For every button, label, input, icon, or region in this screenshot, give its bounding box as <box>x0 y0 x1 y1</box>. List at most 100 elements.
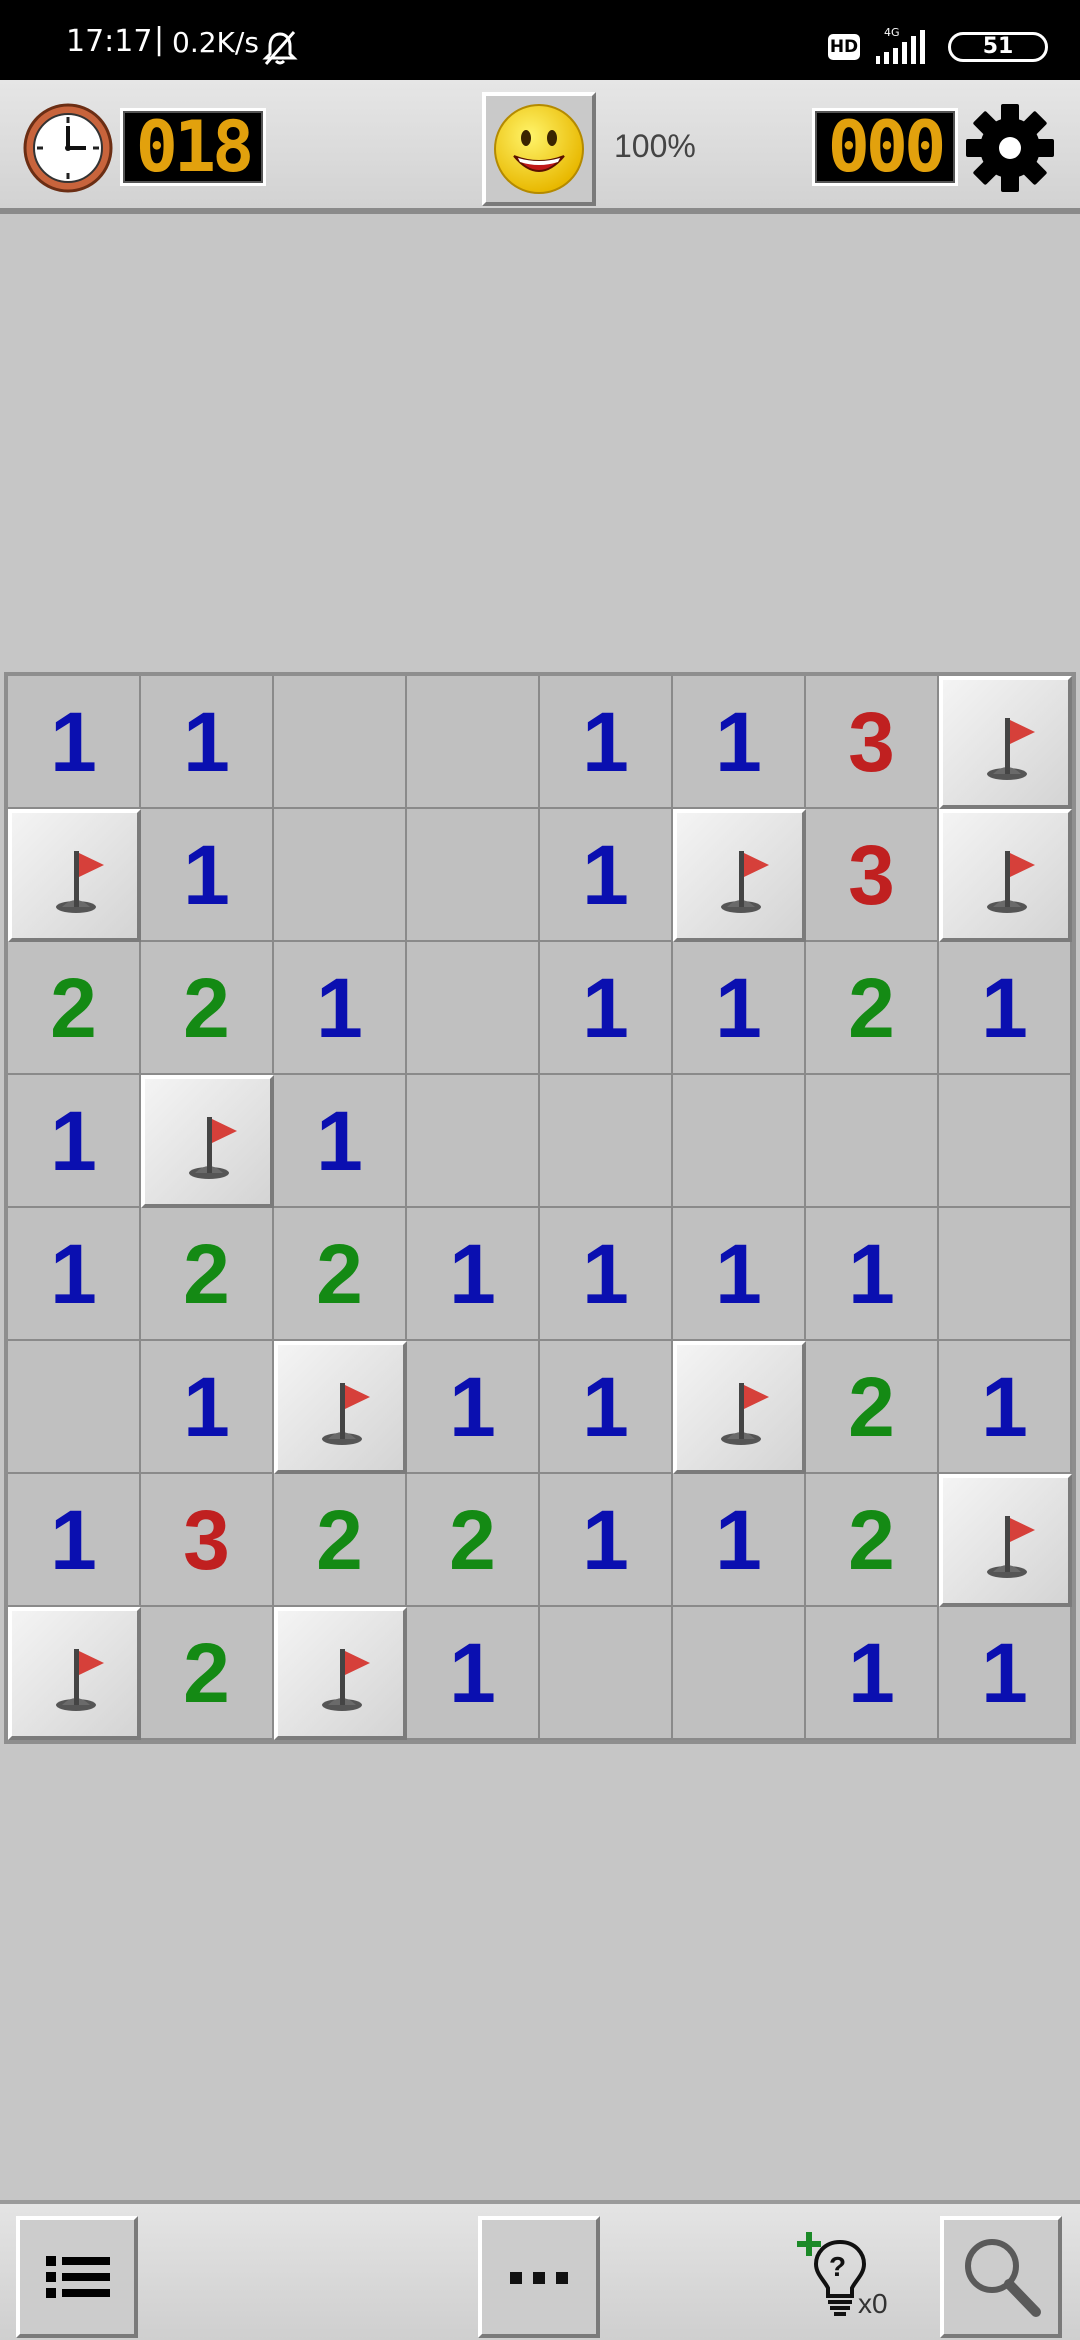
flag-icon <box>56 1649 104 1711</box>
status-net-speed: 0.2K/s <box>172 26 259 59</box>
empty-revealed-cell[interactable] <box>540 1075 673 1208</box>
number-cell[interactable]: 1 <box>673 942 806 1075</box>
status-bar: 17:17 | 0.2K/s HD 4G 51 <box>0 0 1080 80</box>
number-cell[interactable]: 1 <box>540 809 673 942</box>
smiley-face-icon <box>494 104 584 194</box>
number-cell[interactable]: 1 <box>540 676 673 809</box>
number-cell[interactable]: 3 <box>806 676 939 809</box>
number-cell[interactable]: 2 <box>274 1208 407 1341</box>
number-cell[interactable]: 1 <box>939 942 1072 1075</box>
empty-revealed-cell[interactable] <box>407 1075 540 1208</box>
number-cell[interactable]: 1 <box>407 1208 540 1341</box>
empty-revealed-cell[interactable] <box>407 676 540 809</box>
number-cell[interactable]: 1 <box>8 1208 141 1341</box>
bell-muted-icon <box>262 30 298 70</box>
number-cell[interactable]: 1 <box>407 1341 540 1474</box>
minefield-board: 1111311322111211112211111112113221122111 <box>4 672 1076 1744</box>
timer-display: 018 <box>120 108 266 186</box>
flag-icon <box>189 1117 237 1179</box>
flagged-cell[interactable] <box>8 1607 141 1740</box>
empty-revealed-cell[interactable] <box>274 676 407 809</box>
more-options-button[interactable] <box>478 2216 600 2338</box>
hint-count: x0 <box>858 2288 888 2319</box>
flag-icon <box>56 851 104 913</box>
empty-revealed-cell[interactable] <box>939 1075 1072 1208</box>
mine-counter-display: 000 <box>812 108 958 186</box>
battery-indicator: 51 <box>948 32 1048 62</box>
number-cell[interactable]: 1 <box>141 676 274 809</box>
flagged-cell[interactable] <box>274 1607 407 1740</box>
number-cell[interactable]: 1 <box>540 1208 673 1341</box>
empty-revealed-cell[interactable] <box>540 1607 673 1740</box>
flag-icon <box>721 1383 769 1445</box>
number-cell[interactable]: 1 <box>939 1607 1072 1740</box>
zoom-search-button[interactable] <box>940 2216 1062 2338</box>
status-separator: | <box>154 22 165 57</box>
number-cell[interactable]: 2 <box>806 1474 939 1607</box>
menu-list-button[interactable] <box>16 2216 138 2338</box>
empty-revealed-cell[interactable] <box>407 942 540 1075</box>
number-cell[interactable]: 3 <box>141 1474 274 1607</box>
empty-revealed-cell[interactable] <box>939 1208 1072 1341</box>
svg-text:?: ? <box>829 2251 846 2282</box>
empty-revealed-cell[interactable] <box>274 809 407 942</box>
network-type-label: 4G <box>884 26 900 39</box>
hint-lightbulb-icon[interactable]: ? <box>796 2222 906 2332</box>
number-cell[interactable]: 1 <box>274 1075 407 1208</box>
number-cell[interactable]: 2 <box>141 1607 274 1740</box>
flag-icon <box>987 718 1035 780</box>
game-header: 018 100% 000 <box>0 80 1080 214</box>
number-cell[interactable]: 1 <box>8 676 141 809</box>
empty-revealed-cell[interactable] <box>673 1607 806 1740</box>
number-cell[interactable]: 2 <box>407 1474 540 1607</box>
magnifier-icon <box>965 2239 1041 2317</box>
number-cell[interactable]: 1 <box>806 1607 939 1740</box>
flagged-cell[interactable] <box>141 1075 274 1208</box>
number-cell[interactable]: 1 <box>673 1208 806 1341</box>
hd-badge: HD <box>828 34 860 60</box>
flagged-cell[interactable] <box>274 1341 407 1474</box>
flagged-cell[interactable] <box>673 809 806 942</box>
number-cell[interactable]: 1 <box>673 676 806 809</box>
number-cell[interactable]: 3 <box>806 809 939 942</box>
settings-gear-icon[interactable] <box>964 102 1056 194</box>
number-cell[interactable]: 1 <box>274 942 407 1075</box>
flag-icon <box>322 1649 370 1711</box>
flagged-cell[interactable] <box>939 676 1072 809</box>
number-cell[interactable]: 1 <box>407 1607 540 1740</box>
flagged-cell[interactable] <box>939 1474 1072 1607</box>
number-cell[interactable]: 2 <box>8 942 141 1075</box>
number-cell[interactable]: 2 <box>141 942 274 1075</box>
more-dots-icon <box>510 2272 568 2284</box>
signal-icon: 4G <box>872 26 936 70</box>
number-cell[interactable]: 1 <box>8 1075 141 1208</box>
flagged-cell[interactable] <box>8 809 141 942</box>
number-cell[interactable]: 1 <box>540 942 673 1075</box>
bottom-toolbar: ? x0 <box>0 2200 1080 2340</box>
clock-icon <box>22 102 114 194</box>
flagged-cell[interactable] <box>673 1341 806 1474</box>
number-cell[interactable]: 2 <box>141 1208 274 1341</box>
number-cell[interactable]: 1 <box>673 1474 806 1607</box>
number-cell[interactable]: 1 <box>540 1341 673 1474</box>
number-cell[interactable]: 1 <box>141 1341 274 1474</box>
flag-icon <box>721 851 769 913</box>
number-cell[interactable]: 2 <box>274 1474 407 1607</box>
flag-icon <box>987 851 1035 913</box>
number-cell[interactable]: 1 <box>141 809 274 942</box>
empty-revealed-cell[interactable] <box>673 1075 806 1208</box>
number-cell[interactable]: 1 <box>540 1474 673 1607</box>
number-cell[interactable]: 1 <box>806 1208 939 1341</box>
empty-revealed-cell[interactable] <box>407 809 540 942</box>
number-cell[interactable]: 2 <box>806 942 939 1075</box>
empty-revealed-cell[interactable] <box>806 1075 939 1208</box>
empty-revealed-cell[interactable] <box>8 1341 141 1474</box>
new-game-face-button[interactable] <box>482 92 596 206</box>
flag-icon <box>322 1383 370 1445</box>
number-cell[interactable]: 2 <box>806 1341 939 1474</box>
number-cell[interactable]: 1 <box>939 1341 1072 1474</box>
list-icon <box>46 2256 110 2298</box>
flagged-cell[interactable] <box>939 809 1072 942</box>
zoom-level: 100% <box>614 128 696 164</box>
number-cell[interactable]: 1 <box>8 1474 141 1607</box>
